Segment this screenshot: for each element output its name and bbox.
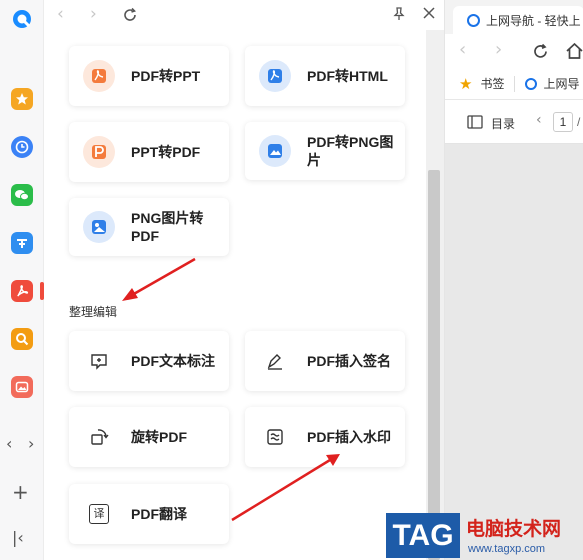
card-label: PDF翻译 bbox=[131, 506, 187, 522]
ie-logo-icon bbox=[467, 13, 480, 27]
card-label: PDF文本标注 bbox=[131, 353, 215, 369]
card-label: PDF插入签名 bbox=[307, 353, 391, 369]
page-prev-icon[interactable]: ‹ bbox=[536, 112, 542, 128]
translate-app-icon[interactable] bbox=[11, 232, 33, 254]
star-icon: ★ bbox=[459, 74, 473, 93]
back-icon[interactable]: ‹ bbox=[57, 4, 64, 24]
tab-strip: 上网导航 - 轻快上 bbox=[445, 0, 583, 34]
add-icon[interactable]: + bbox=[12, 480, 29, 504]
bookmark-item[interactable]: 上网导 bbox=[543, 75, 579, 92]
pdf-tools-panel: ‹ › PDF转PPT PDF转HTML PPT转PDF PDF转PNG图片 P… bbox=[44, 0, 444, 560]
watermark-url: www.tagxp.com bbox=[468, 543, 546, 555]
document-canvas[interactable] bbox=[445, 144, 583, 560]
card-pdf-to-html[interactable]: PDF转HTML bbox=[245, 46, 405, 106]
search-app-icon[interactable] bbox=[11, 328, 33, 350]
card-label: PDF转HTML bbox=[307, 68, 388, 84]
section-title-edit: 整理编辑 bbox=[69, 305, 118, 319]
card-label: 旋转PDF bbox=[131, 429, 187, 445]
pdf-to-html-icon bbox=[259, 60, 291, 92]
pdf-to-png-icon bbox=[259, 135, 291, 167]
page-input[interactable]: 1 bbox=[553, 112, 573, 132]
prev-icon[interactable]: ‹ bbox=[6, 434, 12, 453]
page-separator: / bbox=[577, 115, 581, 129]
translate-glyph: 译 bbox=[89, 504, 109, 524]
rotate-icon bbox=[83, 421, 115, 453]
forward-icon[interactable]: › bbox=[90, 4, 97, 24]
card-pdf-to-png[interactable]: PDF转PNG图片 bbox=[245, 122, 405, 180]
reload-icon[interactable] bbox=[532, 43, 549, 60]
panel-toolbar: ‹ › bbox=[44, 0, 444, 30]
watermark-icon bbox=[259, 421, 291, 453]
pdf-to-ppt-icon bbox=[83, 60, 115, 92]
watermark-site-name: 电脑技术网 bbox=[466, 519, 562, 540]
toc-label[interactable]: 目录 bbox=[491, 115, 515, 132]
card-insert-watermark[interactable]: PDF插入水印 bbox=[245, 407, 405, 467]
tab-nav-home[interactable]: 上网导航 - 轻快上 bbox=[453, 6, 583, 34]
clock-icon[interactable] bbox=[11, 136, 33, 158]
bookmarks-label[interactable]: 书签 bbox=[480, 75, 504, 92]
card-ppt-to-pdf[interactable]: PPT转PDF bbox=[69, 122, 229, 182]
signature-icon bbox=[259, 345, 291, 377]
nav-bar: ‹ › bbox=[445, 34, 583, 68]
text-annotation-icon bbox=[83, 345, 115, 377]
card-label: PDF转PNG图片 bbox=[307, 134, 394, 168]
collapse-icon[interactable]: |‹ bbox=[12, 528, 24, 547]
wechat-icon[interactable] bbox=[11, 184, 33, 206]
card-label: PNG图片转PDF bbox=[131, 210, 204, 244]
card-label: PPT转PDF bbox=[131, 144, 201, 160]
app-rail: ‹ › + |‹ bbox=[0, 0, 44, 560]
scrollbar-thumb[interactable] bbox=[428, 170, 440, 560]
divider bbox=[514, 75, 516, 92]
pin-icon[interactable] bbox=[391, 6, 407, 22]
browser-logo-icon[interactable] bbox=[11, 8, 33, 30]
card-label: PDF转PPT bbox=[131, 68, 201, 84]
toc-icon[interactable] bbox=[467, 115, 483, 129]
image-app-icon[interactable] bbox=[11, 376, 33, 398]
home-icon[interactable] bbox=[565, 42, 583, 60]
forward-nav-icon[interactable]: › bbox=[495, 39, 502, 60]
next-icon[interactable]: › bbox=[28, 434, 34, 453]
bookmarks-bar: ★ 书签 上网导 bbox=[445, 68, 583, 100]
site-watermark: TAG 电脑技术网 www.tagxp.com bbox=[386, 511, 583, 560]
card-insert-signature[interactable]: PDF插入签名 bbox=[245, 331, 405, 391]
card-png-to-pdf[interactable]: PNG图片转PDF bbox=[69, 198, 229, 256]
card-pdf-to-ppt[interactable]: PDF转PPT bbox=[69, 46, 229, 106]
tab-title: 上网导航 - 轻快上 bbox=[486, 13, 581, 28]
png-to-pdf-icon bbox=[83, 211, 115, 243]
refresh-icon[interactable] bbox=[122, 7, 138, 23]
card-text-annotation[interactable]: PDF文本标注 bbox=[69, 331, 229, 391]
browser-window: 上网导航 - 轻快上 ‹ › ★ 书签 上网导 目录 ‹ 1 / bbox=[444, 0, 583, 560]
ppt-to-pdf-icon bbox=[83, 136, 115, 168]
pdf-toolbar: 目录 ‹ 1 / bbox=[445, 100, 583, 144]
card-pdf-translate[interactable]: 译 PDF翻译 bbox=[69, 484, 229, 544]
watermark-brand: TAG bbox=[386, 513, 460, 558]
back-nav-icon[interactable]: ‹ bbox=[459, 39, 466, 60]
ie-logo-icon bbox=[525, 77, 538, 90]
pdf-app-icon[interactable] bbox=[11, 280, 33, 302]
translate-icon: 译 bbox=[83, 498, 115, 530]
favorites-icon[interactable] bbox=[11, 88, 33, 110]
close-icon[interactable] bbox=[422, 6, 436, 20]
card-label: PDF插入水印 bbox=[307, 429, 391, 445]
card-rotate-pdf[interactable]: 旋转PDF bbox=[69, 407, 229, 467]
